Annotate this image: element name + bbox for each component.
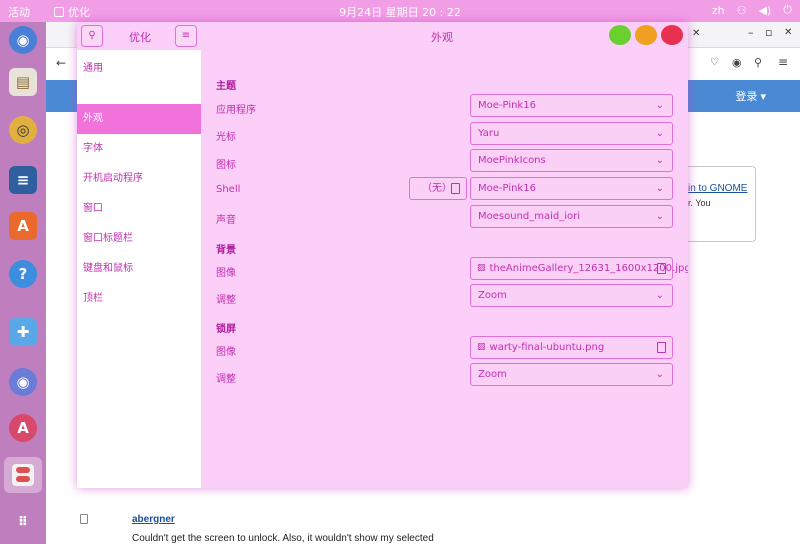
menu-icon[interactable]: ≡ <box>778 55 788 69</box>
sound-label: 声音 <box>216 215 236 226</box>
show-apps-icon[interactable]: ⠿ <box>9 508 37 536</box>
lockscreen-image-value: warty-final-ubuntu.png <box>489 342 605 353</box>
sidebar: 通用 外观 字体 开机启动程序 窗口 窗口标题栏 键盘和鼠标 顶栏 <box>77 50 201 488</box>
tab-close-icon[interactable]: ✕ <box>692 28 700 39</box>
shell-theme-select[interactable]: Moe-Pink16 ⌄ <box>470 177 673 200</box>
lockscreen-image-button[interactable]: ▨ warty-final-ubuntu.png <box>470 336 673 359</box>
chevron-down-icon: ⌄ <box>655 128 664 139</box>
file-manager-icon[interactable]: ▤ <box>9 68 37 96</box>
network-icon[interactable]: ⚇ <box>737 4 747 17</box>
section-themes: 主题 <box>216 81 236 92</box>
cursor-label: 光标 <box>216 132 236 143</box>
lockscreen-image-label: 图像 <box>216 347 236 358</box>
minimize-heart-icon[interactable] <box>609 25 631 45</box>
disc-icon[interactable]: ◉ <box>9 368 37 396</box>
sidebar-item-appearance[interactable]: 外观 <box>77 104 201 134</box>
sidebar-item-windows[interactable]: 窗口 <box>77 194 201 224</box>
comment-author[interactable]: abergner <box>132 514 175 525</box>
hamburger-icon: ≡ <box>181 30 191 41</box>
help-icon[interactable]: ? <box>9 260 37 288</box>
login-link[interactable]: 登录 ▾ <box>735 88 766 104</box>
sidebar-item-general[interactable]: 通用 <box>77 54 201 84</box>
maximize-heart-icon[interactable] <box>635 25 657 45</box>
shell-theme-value: Moe-Pink16 <box>478 183 536 194</box>
window-close-icon[interactable]: ✕ <box>784 27 792 38</box>
sidebar-item-startup-apps[interactable]: 开机启动程序 <box>77 164 201 194</box>
chevron-down-icon: ⌄ <box>655 155 664 166</box>
tweaks-window: ⚲ 优化 ≡ 外观 通用 外观 字体 开机启动程序 窗口 窗口标题栏 键盘和鼠标… <box>77 22 688 488</box>
menu-button[interactable]: ≡ <box>175 25 197 47</box>
lockscreen-adjust-label: 调整 <box>216 374 236 385</box>
app-store-icon[interactable]: A <box>9 212 37 240</box>
shell-label: Shell <box>216 184 241 195</box>
clock[interactable]: 9月24日 星期日 20 : 22 <box>0 4 800 20</box>
comment-icon <box>80 514 88 524</box>
sidebar-item-top-bar[interactable]: 顶栏 <box>77 284 201 314</box>
applications-theme-select[interactable]: Moe-Pink16 ⌄ <box>470 94 673 117</box>
account-icon[interactable]: ◉ <box>732 56 742 69</box>
back-icon[interactable]: ← <box>56 56 66 70</box>
chevron-down-icon: ⌄ <box>655 100 664 111</box>
top-bar: 活动 优化 9月24日 星期日 20 : 22 zh ⚇ ◀) ⏻ <box>0 0 800 22</box>
image-file-icon: ▨ <box>477 342 486 352</box>
document-open-icon <box>451 183 460 194</box>
background-adjust-label: 调整 <box>216 295 236 306</box>
cursor-theme-select[interactable]: Yaru ⌄ <box>470 122 673 145</box>
shell-theme-file-value: （无） <box>422 183 452 194</box>
icons-label: 图标 <box>216 160 236 171</box>
web-browser-icon[interactable]: ◉ <box>9 26 37 54</box>
sidebar-item-keyboard-mouse[interactable]: 键盘和鼠标 <box>77 254 201 284</box>
appearance-panel: 主题 应用程序 Moe-Pink16 ⌄ 光标 Yaru ⌄ 图标 MoePin… <box>201 50 688 488</box>
sidebar-item-titlebars[interactable]: 窗口标题栏 <box>77 224 201 254</box>
header-bar: ⚲ 优化 ≡ 外观 <box>77 22 688 50</box>
input-method-indicator[interactable]: zh <box>712 4 725 17</box>
sound-theme-select[interactable]: Moesound_maid_iori ⌄ <box>470 205 673 228</box>
chevron-down-icon: ⌄ <box>655 290 664 301</box>
search-button[interactable]: ⚲ <box>81 25 103 47</box>
icon-theme-select[interactable]: MoePinkIcons ⌄ <box>470 149 673 172</box>
login-card-link[interactable]: in to GNOME <box>688 183 747 194</box>
app-title: 优化 <box>129 31 151 44</box>
sidebar-item-fonts[interactable]: 字体 <box>77 134 201 164</box>
sound-theme-value: Moesound_maid_iori <box>478 211 581 222</box>
volume-icon[interactable]: ◀) <box>759 4 772 17</box>
system-tray[interactable]: zh ⚇ ◀) ⏻ <box>712 3 792 17</box>
chevron-down-icon: ⌄ <box>655 369 664 380</box>
background-adjust-value: Zoom <box>478 290 507 301</box>
shell-theme-file-button[interactable]: （无） <box>409 177 467 200</box>
document-open-icon <box>657 263 666 274</box>
section-background: 背景 <box>216 245 236 256</box>
window-minimize-icon[interactable]: – <box>748 26 754 39</box>
background-image-button[interactable]: ▨ theAnimeGallery_12631_1600x1200.jpg <box>470 257 688 280</box>
lockscreen-adjust-select[interactable]: Zoom ⌄ <box>470 363 673 386</box>
music-player-icon[interactable]: ◎ <box>9 116 37 144</box>
chevron-down-icon: ⌄ <box>655 183 664 194</box>
cursor-theme-value: Yaru <box>478 128 500 139</box>
dock: ◉ ▤ ◎ ≡ A ? ✚ ◉ A ⠿ <box>0 22 46 544</box>
page-title: 外观 <box>431 31 453 44</box>
document-open-icon <box>657 342 666 353</box>
pocket-icon[interactable]: ♡ <box>710 57 719 68</box>
search-icon: ⚲ <box>88 30 96 41</box>
applications-label: 应用程序 <box>216 105 256 116</box>
icon-theme-value: MoePinkIcons <box>478 155 546 166</box>
software-updater-icon[interactable]: A <box>9 414 37 442</box>
applications-theme-value: Moe-Pink16 <box>478 100 536 111</box>
section-lock-screen: 锁屏 <box>216 324 236 335</box>
lockscreen-adjust-value: Zoom <box>478 369 507 380</box>
tweaks-icon[interactable] <box>4 457 42 493</box>
power-icon[interactable]: ⏻ <box>783 3 792 17</box>
background-adjust-select[interactable]: Zoom ⌄ <box>470 284 673 307</box>
text-editor-icon[interactable]: ≡ <box>9 166 37 194</box>
comment-text: Couldn't get the screen to unlock. Also,… <box>132 533 434 544</box>
extensions-toolbar-icon[interactable]: ⚲ <box>754 56 762 69</box>
chevron-down-icon: ⌄ <box>655 211 664 222</box>
background-image-label: 图像 <box>216 268 236 279</box>
image-file-icon: ▨ <box>477 263 486 273</box>
extensions-icon[interactable]: ✚ <box>9 318 37 346</box>
window-maximize-icon[interactable]: ▫ <box>765 26 772 39</box>
close-heart-icon[interactable] <box>661 25 683 45</box>
login-card-text: r. You <box>688 198 711 208</box>
